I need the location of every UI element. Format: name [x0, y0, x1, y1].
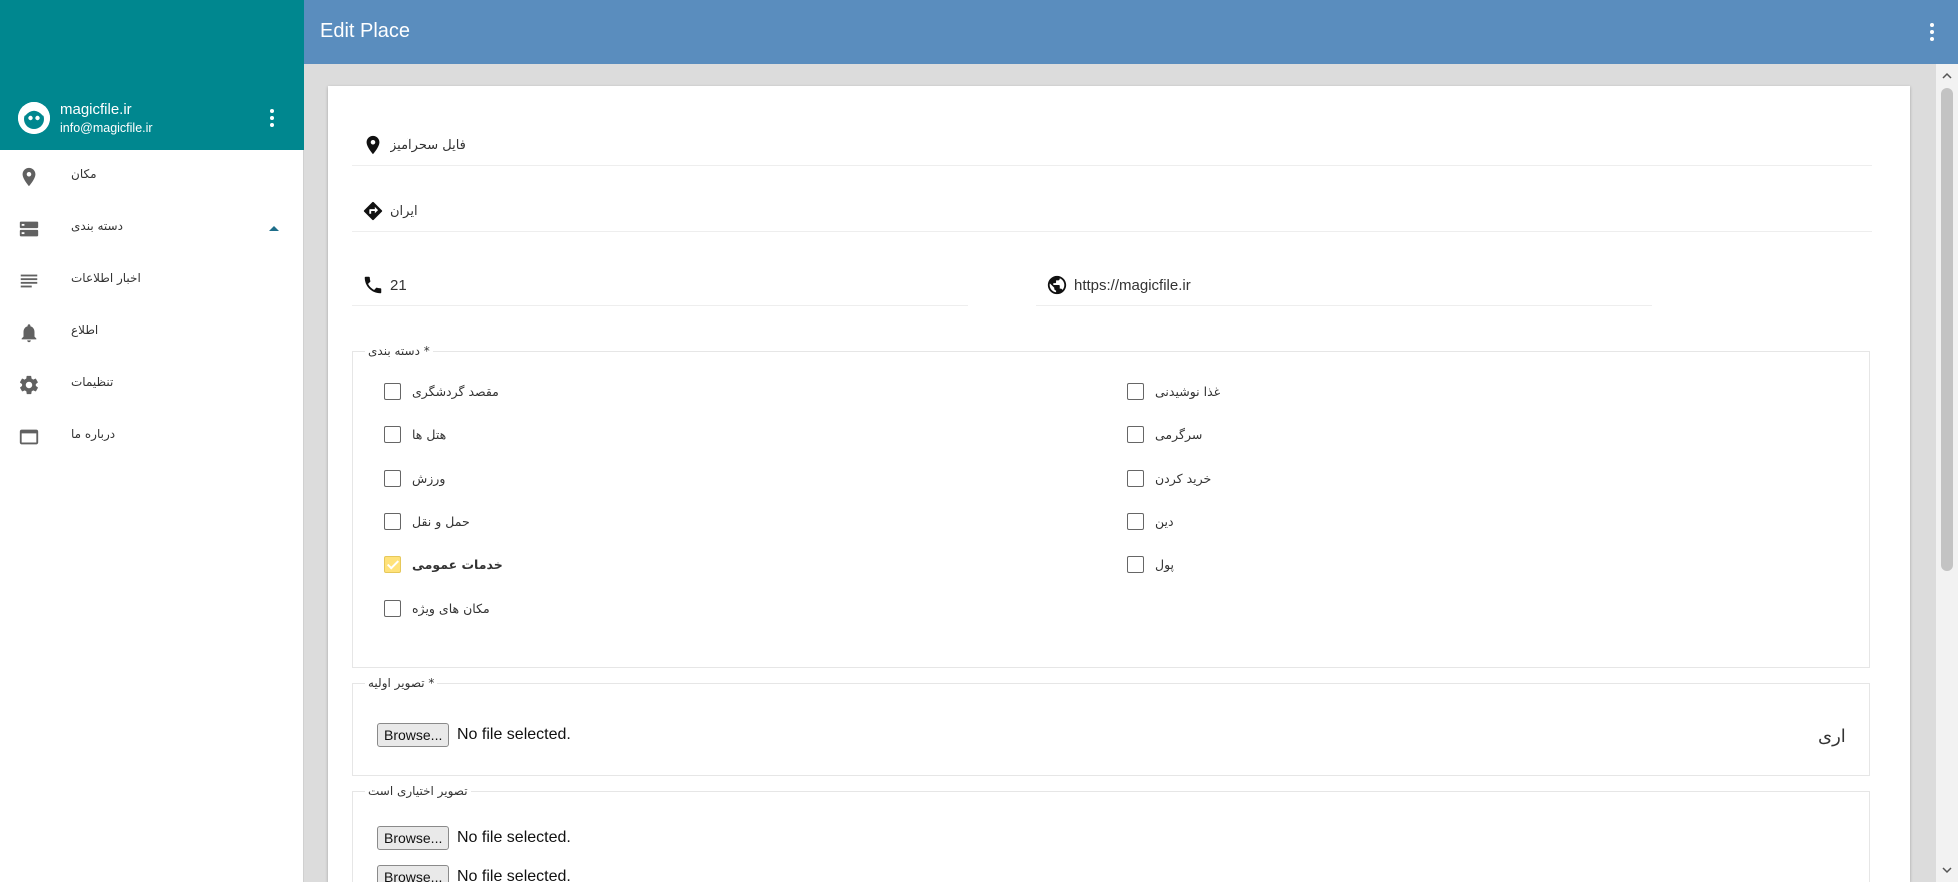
checkbox-box[interactable]	[1127, 470, 1144, 487]
sidebar-item-label: اطلاع	[71, 323, 99, 337]
checkbox-label: سرگرمی	[1155, 427, 1203, 442]
category-checkbox[interactable]: مکان های ویژه	[384, 598, 684, 620]
browse-button[interactable]: Browse...	[377, 865, 450, 882]
phone-field	[352, 266, 968, 306]
checkbox-label: خرید کردن	[1155, 471, 1212, 486]
sidebar-item-notification[interactable]: اطلاع	[0, 306, 303, 358]
directions-icon	[362, 200, 384, 222]
checkbox-label: مقصد گردشگری	[412, 384, 499, 399]
edit-place-card: دسته بندی * مقصد گردشگری هتل ها ورزش حمل…	[328, 86, 1910, 882]
address-field	[352, 192, 1872, 232]
sidebar-item-about[interactable]: درباره ما	[0, 410, 303, 462]
phone-icon	[362, 274, 384, 296]
sidebar-item-news[interactable]: اخبار اطلاعات	[0, 254, 303, 306]
primary-image-legend: تصویر اولیه *	[368, 676, 435, 690]
checkbox-label: پول	[1155, 557, 1175, 572]
browse-button[interactable]: Browse...	[377, 723, 450, 747]
category-checkbox[interactable]: هتل ها	[384, 424, 684, 446]
top-app-bar: Edit Place	[304, 0, 1958, 64]
checkbox-box[interactable]	[384, 470, 401, 487]
sidebar-item-label: درباره ما	[71, 427, 116, 441]
vertical-scrollbar[interactable]	[1936, 64, 1958, 882]
checkbox-box[interactable]	[1127, 556, 1144, 573]
sidebar-item-label: تنظیمات	[71, 375, 114, 389]
file-status: No file selected.	[457, 868, 571, 882]
sidebar-item-place[interactable]: مکان	[0, 150, 303, 202]
checkbox-box[interactable]	[1127, 383, 1144, 400]
category-legend: دسته بندی *	[368, 344, 430, 358]
collapse-arrow-icon[interactable]	[269, 226, 279, 231]
bell-icon	[18, 322, 40, 344]
checkbox-label: دین	[1155, 514, 1174, 529]
checkbox-box-checked[interactable]	[384, 556, 401, 573]
category-checkbox[interactable]: سرگرمی	[1127, 424, 1427, 446]
checkbox-box[interactable]	[1127, 426, 1144, 443]
category-list-icon	[18, 218, 40, 240]
sidebar-item-label: اخبار اطلاعات	[71, 271, 141, 285]
category-checkbox[interactable]: خرید کردن	[1127, 468, 1427, 490]
scroll-up-icon[interactable]	[1941, 70, 1953, 82]
account-menu-button[interactable]	[262, 106, 282, 132]
checkbox-label: مکان های ویژه	[412, 601, 490, 616]
website-input[interactable]	[1074, 270, 1644, 300]
gear-icon	[18, 374, 40, 396]
phone-input[interactable]	[390, 270, 960, 300]
category-checkbox[interactable]: غذا نوشیدنی	[1127, 381, 1427, 403]
checkbox-label: ورزش	[412, 471, 446, 486]
browse-button[interactable]: Browse...	[377, 826, 450, 850]
news-lines-icon	[18, 270, 40, 292]
checkbox-box[interactable]	[384, 513, 401, 530]
place-name-field	[352, 126, 1872, 166]
sidebar-item-label: دسته بندی	[71, 219, 123, 233]
checkbox-box[interactable]	[384, 600, 401, 617]
optional-image-legend: تصویر اختیاری است	[368, 784, 468, 798]
user-name: magicfile.ir	[60, 101, 132, 118]
checkbox-box[interactable]	[1127, 513, 1144, 530]
user-email: info@magicfile.ir	[60, 121, 153, 135]
location-pin-icon	[18, 166, 40, 188]
sidebar-item-settings[interactable]: تنظیمات	[0, 358, 303, 410]
globe-icon	[1046, 274, 1068, 296]
checkbox-label: هتل ها	[412, 427, 447, 442]
sidebar-item-category[interactable]: دسته بندی	[0, 202, 303, 254]
sidebar-nav: مکان دسته بندی اخبار اطلاعات اطلاع تنظیم…	[0, 150, 303, 462]
sidebar-item-label: مکان	[71, 167, 97, 181]
avatar[interactable]	[18, 102, 50, 134]
optional-image-file-input[interactable]: Browse... No file selected.	[377, 826, 777, 852]
window-icon	[18, 426, 40, 448]
file-status: No file selected.	[457, 829, 571, 846]
primary-image-preview: ارى	[1818, 726, 1846, 747]
category-checkbox[interactable]: حمل و نقل	[384, 511, 684, 533]
sidebar: magicfile.ir info@magicfile.ir مکان دسته…	[0, 0, 304, 882]
checkbox-box[interactable]	[384, 383, 401, 400]
sidebar-header: magicfile.ir info@magicfile.ir	[0, 0, 304, 150]
avatar-face-icon	[18, 102, 50, 134]
file-status: No file selected.	[457, 726, 571, 743]
place-name-input[interactable]	[390, 130, 1850, 160]
scroll-down-icon[interactable]	[1941, 864, 1953, 876]
more-options-button[interactable]	[1922, 20, 1942, 46]
primary-image-file-input[interactable]: Browse... No file selected.	[377, 723, 777, 749]
scrollbar-thumb[interactable]	[1941, 88, 1953, 571]
location-pin-icon	[362, 134, 384, 156]
checkbox-label: غذا نوشیدنی	[1155, 384, 1221, 399]
address-input[interactable]	[390, 196, 1850, 226]
page-title: Edit Place	[320, 20, 411, 42]
checkbox-label: حمل و نقل	[412, 514, 470, 529]
category-checkbox[interactable]: پول	[1127, 554, 1427, 576]
checkbox-box[interactable]	[384, 426, 401, 443]
optional-image-file-input[interactable]: Browse... No file selected.	[377, 865, 777, 882]
category-checkbox-checked[interactable]: خدمات عمومی	[384, 554, 684, 576]
category-checkbox[interactable]: دین	[1127, 511, 1427, 533]
category-checkbox[interactable]: مقصد گردشگری	[384, 381, 684, 403]
category-checkbox[interactable]: ورزش	[384, 468, 684, 490]
checkbox-label: خدمات عمومی	[412, 557, 503, 572]
website-field	[1036, 266, 1652, 306]
